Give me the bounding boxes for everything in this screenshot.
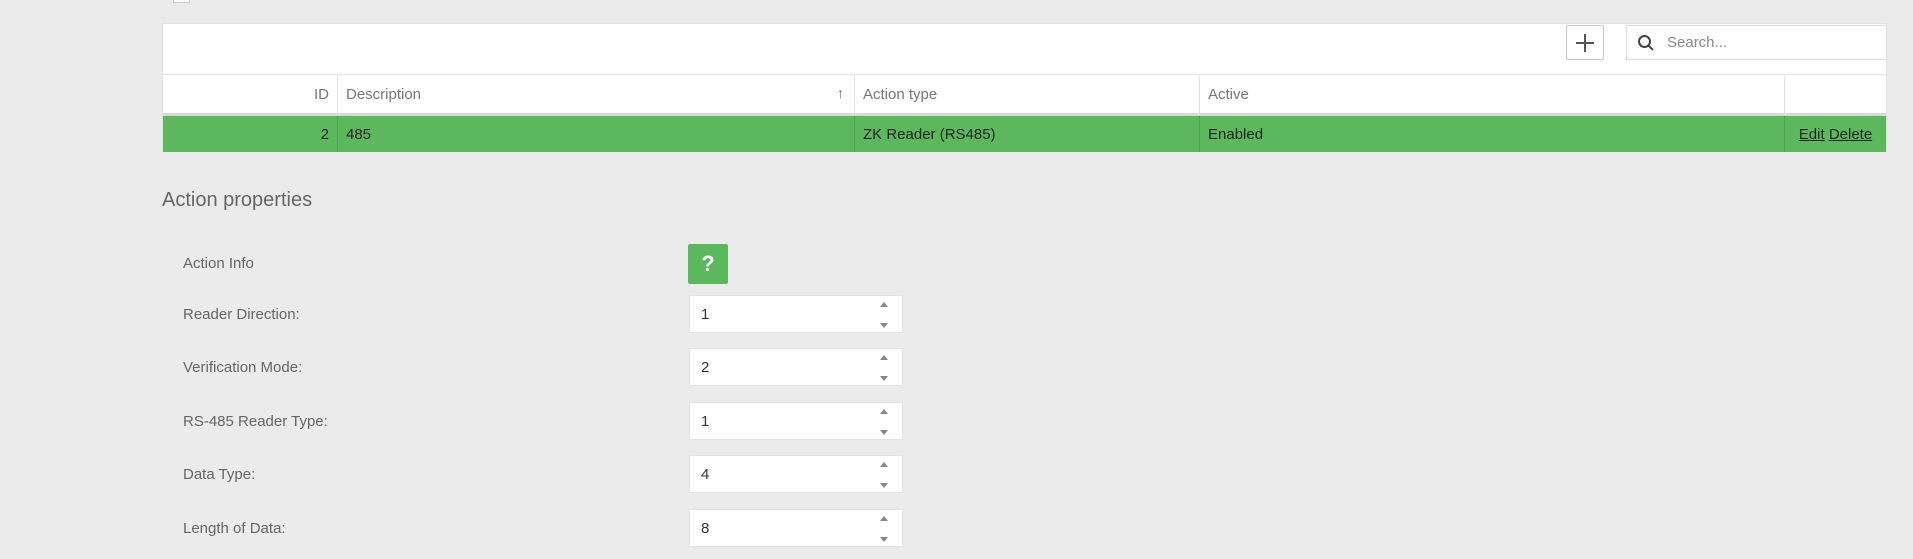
plus-icon xyxy=(1576,33,1594,52)
verification-mode-row: Verification Mode: 2 xyxy=(183,348,903,388)
spinner-up-icon[interactable] xyxy=(880,409,888,414)
column-header-action-type[interactable]: Action type xyxy=(854,74,1200,116)
number-spinner[interactable] xyxy=(880,355,890,381)
length-of-data-value: 8 xyxy=(701,520,710,537)
column-header-id[interactable]: ID xyxy=(163,74,338,116)
verification-mode-input[interactable]: 2 xyxy=(689,348,903,386)
spinner-down-icon[interactable] xyxy=(880,323,888,328)
number-spinner[interactable] xyxy=(880,302,890,328)
action-info-row: Action Info ? xyxy=(183,244,903,284)
search-icon xyxy=(1637,33,1657,53)
top-checkbox[interactable] xyxy=(173,0,190,3)
spinner-up-icon[interactable] xyxy=(880,355,888,360)
data-type-label: Data Type: xyxy=(183,466,256,483)
number-spinner[interactable] xyxy=(880,409,890,435)
rs485-reader-type-input[interactable]: 1 xyxy=(689,402,903,440)
spinner-up-icon[interactable] xyxy=(880,302,888,307)
data-type-input[interactable]: 4 xyxy=(689,455,903,493)
rs485-reader-type-value: 1 xyxy=(701,413,710,430)
spinner-down-icon[interactable] xyxy=(880,430,888,435)
search-box[interactable] xyxy=(1626,25,1887,60)
rs485-reader-type-label: RS-485 Reader Type: xyxy=(183,413,328,430)
reader-direction-value: 1 xyxy=(701,306,710,323)
help-button[interactable]: ? xyxy=(688,244,728,284)
table-header-row: ID Description ↑ Action type Active xyxy=(163,74,1886,116)
delete-link[interactable]: Delete xyxy=(1829,126,1872,143)
column-header-active[interactable]: Active xyxy=(1199,74,1785,116)
spinner-up-icon[interactable] xyxy=(880,516,888,521)
spinner-down-icon[interactable] xyxy=(880,376,888,381)
reader-direction-input[interactable]: 1 xyxy=(689,295,903,333)
number-spinner[interactable] xyxy=(880,516,890,542)
spinner-down-icon[interactable] xyxy=(880,537,888,542)
spinner-down-icon[interactable] xyxy=(880,483,888,488)
edit-link[interactable]: Edit xyxy=(1799,126,1825,143)
data-type-value: 4 xyxy=(701,466,710,483)
actions-table: ID Description ↑ Action type Active 2 48… xyxy=(163,74,1886,152)
reader-direction-label: Reader Direction: xyxy=(183,306,300,323)
number-spinner[interactable] xyxy=(880,462,890,488)
spinner-up-icon[interactable] xyxy=(880,462,888,467)
length-of-data-label: Length of Data: xyxy=(183,520,286,537)
reader-direction-row: Reader Direction: 1 xyxy=(183,295,903,335)
cell-row-actions: Edit Delete xyxy=(1784,114,1886,152)
sort-ascending-icon: ↑ xyxy=(837,85,844,101)
length-of-data-input[interactable]: 8 xyxy=(689,509,903,547)
length-of-data-row: Length of Data: 8 xyxy=(183,509,903,549)
column-header-description[interactable]: Description ↑ xyxy=(337,74,855,116)
cell-active: Enabled xyxy=(1199,114,1785,152)
section-title: Action properties xyxy=(162,189,313,211)
rs485-reader-type-row: RS-485 Reader Type: 1 xyxy=(183,402,903,442)
action-info-label: Action Info xyxy=(183,255,254,272)
column-header-actions xyxy=(1784,74,1886,116)
verification-mode-value: 2 xyxy=(701,359,710,376)
table-row[interactable]: 2 485 ZK Reader (RS485) Enabled Edit Del… xyxy=(163,114,1886,152)
cell-id: 2 xyxy=(163,114,338,152)
help-icon: ? xyxy=(701,251,715,276)
search-input[interactable] xyxy=(1665,33,1869,52)
actions-panel: ID Description ↑ Action type Active 2 48… xyxy=(162,23,1887,152)
add-button[interactable] xyxy=(1566,25,1604,60)
column-header-description-label: Description xyxy=(346,85,422,103)
data-type-row: Data Type: 4 xyxy=(183,455,903,495)
cell-action-type: ZK Reader (RS485) xyxy=(854,114,1200,152)
cell-description: 485 xyxy=(337,114,855,152)
verification-mode-label: Verification Mode: xyxy=(183,359,303,376)
